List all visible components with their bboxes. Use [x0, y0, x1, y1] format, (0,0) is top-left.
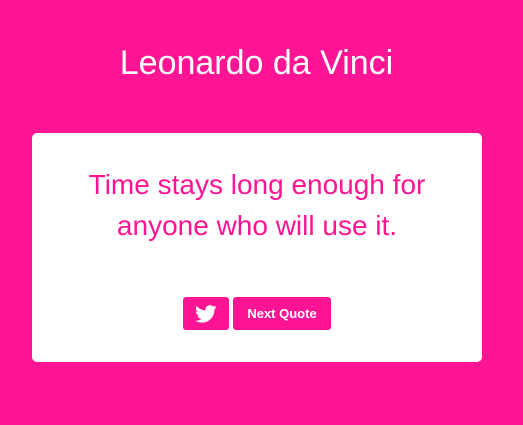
quote-author: Leonardo da Vinci — [119, 44, 394, 82]
quote-actions: Next Quote — [183, 297, 331, 330]
tweet-button[interactable] — [183, 297, 229, 330]
quote-card: Time stays long enough for anyone who wi… — [32, 133, 482, 362]
quote-text: Time stays long enough for anyone who wi… — [88, 169, 426, 241]
twitter-bird-icon — [195, 304, 217, 323]
next-quote-button[interactable]: Next Quote — [233, 297, 331, 330]
